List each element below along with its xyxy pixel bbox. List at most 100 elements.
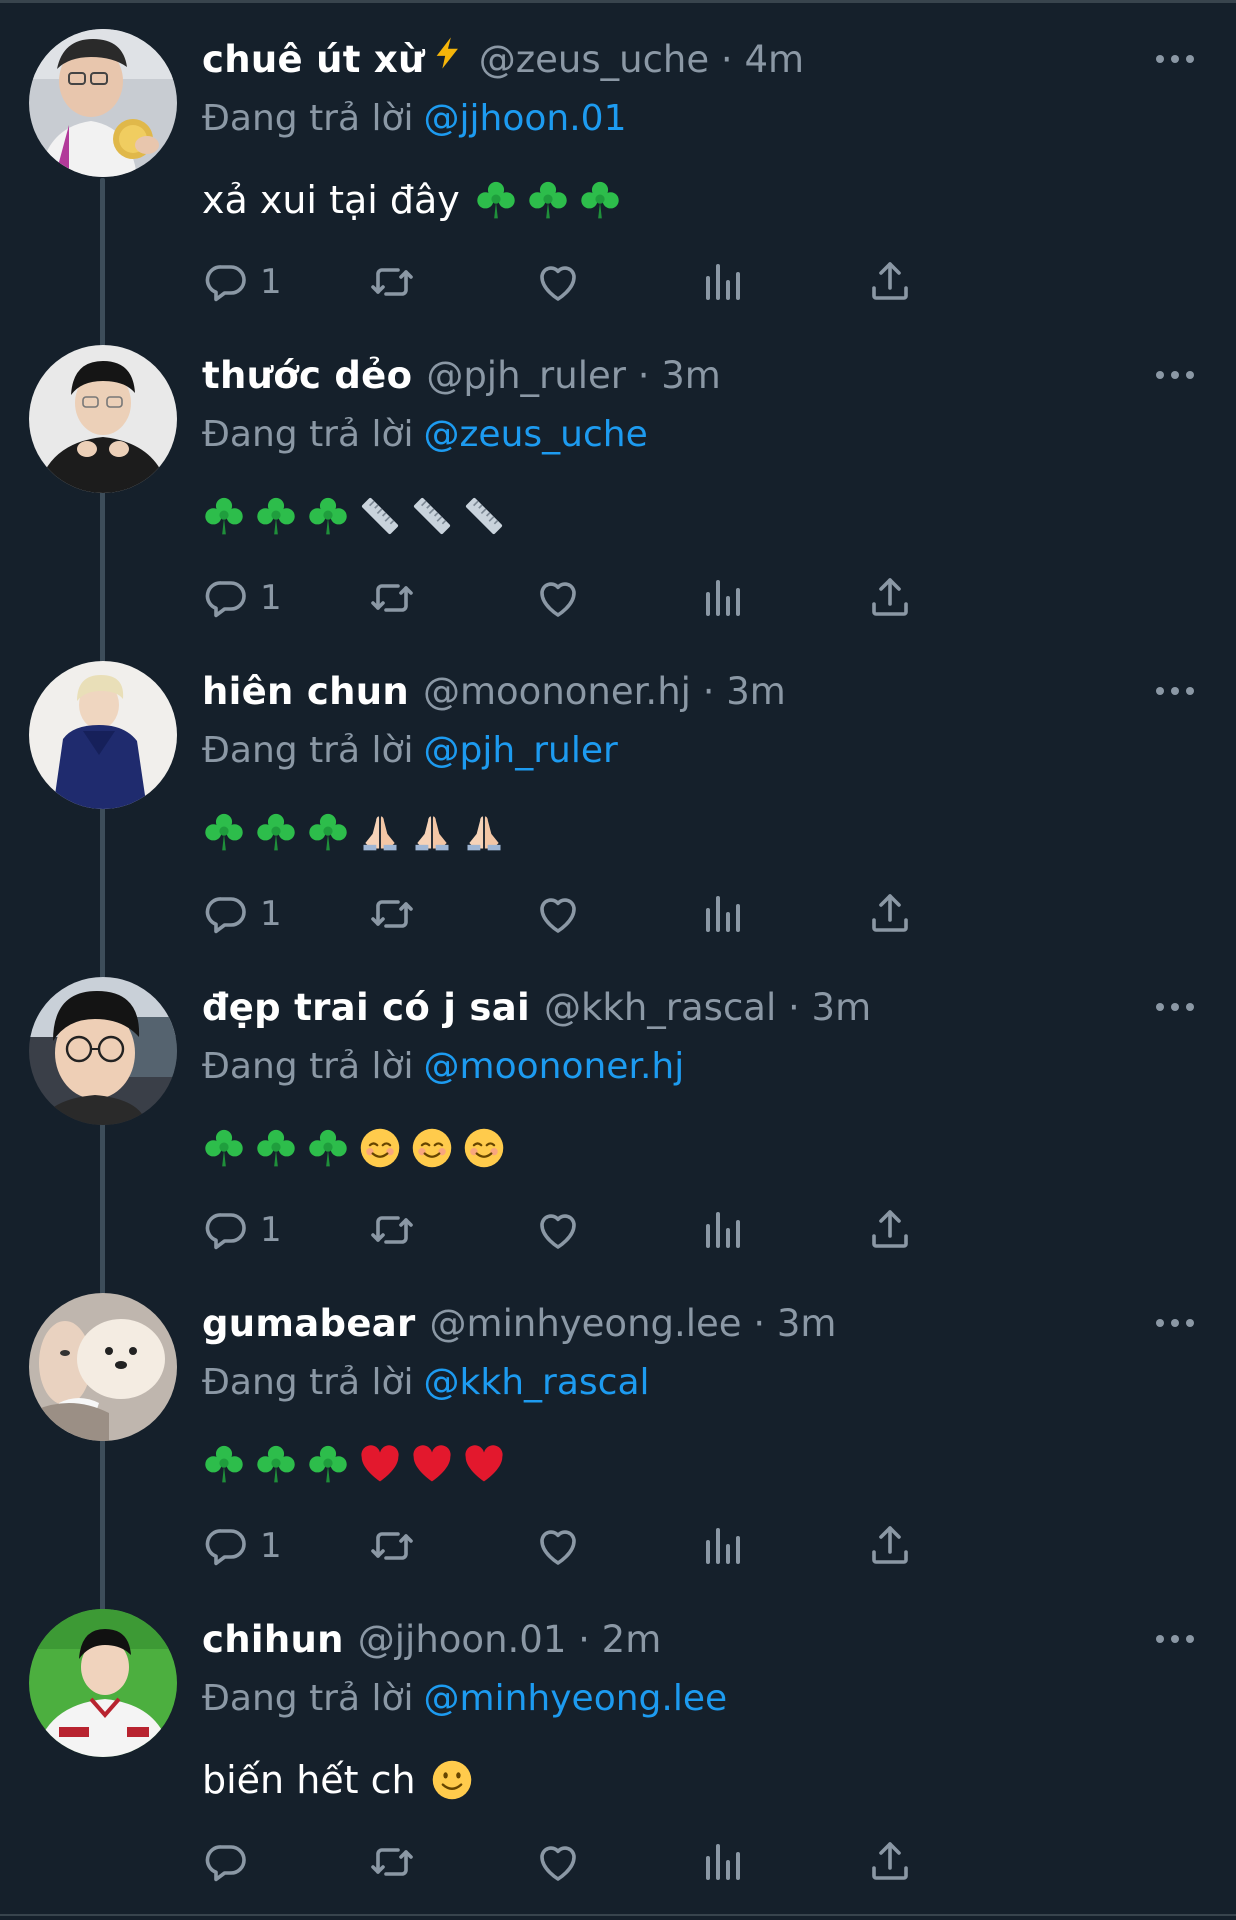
views-button[interactable]: [700, 256, 748, 308]
username-handle[interactable]: @jjhoon.01: [358, 1618, 567, 1661]
username-handle[interactable]: @zeus_uche: [479, 38, 709, 81]
share-button[interactable]: [866, 888, 914, 940]
more-dot: [1171, 55, 1179, 63]
tweet[interactable]: đẹp trai có j sai @kkh_rascal · 3m Đang t…: [0, 948, 1236, 1264]
views-button[interactable]: [700, 1204, 748, 1256]
share-button[interactable]: [866, 1204, 914, 1256]
display-name[interactable]: chuê út xừ: [202, 38, 425, 81]
more-options-button[interactable]: [1150, 1624, 1200, 1654]
replying-to: Đang trả lời @zeus_uche: [202, 410, 648, 460]
more-dot: [1171, 1003, 1179, 1011]
like-button[interactable]: [534, 1520, 582, 1572]
reply-button[interactable]: 1: [202, 1204, 282, 1256]
avatar[interactable]: [29, 29, 177, 177]
reply-count: 1: [260, 262, 282, 302]
reply-button[interactable]: 1: [202, 572, 282, 624]
timestamp[interactable]: 3m: [777, 1302, 837, 1345]
reply-button[interactable]: 1: [202, 888, 282, 940]
share-button[interactable]: [866, 572, 914, 624]
avatar[interactable]: [29, 977, 177, 1125]
mention-link[interactable]: @pjh_ruler: [424, 730, 618, 771]
like-button[interactable]: [534, 1836, 582, 1888]
tweet-header: chihun @jjhoon.01 · 2m: [202, 1614, 1102, 1666]
tweet[interactable]: gumabear @minhyeong.lee · 3m Đang trả lời…: [0, 1264, 1236, 1580]
more-options-button[interactable]: [1150, 676, 1200, 706]
share-button[interactable]: [866, 1836, 914, 1888]
display-name[interactable]: hiên chun: [202, 670, 409, 713]
display-name[interactable]: đẹp trai có j sai: [202, 986, 530, 1029]
username-handle[interactable]: @kkh_rascal: [544, 986, 776, 1029]
folded-hands-emoji: [358, 810, 402, 854]
views-button[interactable]: [700, 1836, 748, 1888]
ruler-emoji: [462, 494, 506, 538]
username-handle[interactable]: @moononer.hj: [423, 670, 691, 713]
tweet[interactable]: hiên chun @moononer.hj · 3m Đang trả lời @…: [0, 632, 1236, 948]
mention-link[interactable]: @kkh_rascal: [424, 1362, 650, 1403]
share-button[interactable]: [866, 1520, 914, 1572]
replying-to: Đang trả lời @moononer.hj: [202, 1042, 684, 1092]
tweet-text: [202, 486, 514, 546]
retweet-button[interactable]: [368, 1520, 416, 1572]
shamrock-emoji: [526, 178, 570, 222]
reply-button[interactable]: 1: [202, 256, 282, 308]
avatar[interactable]: [29, 661, 177, 809]
reply-count: 1: [260, 1526, 282, 1566]
views-button[interactable]: [700, 888, 748, 940]
display-name[interactable]: chihun: [202, 1618, 344, 1661]
tweet-text-body: xả xui tại đây: [202, 178, 460, 222]
shamrock-emoji: [254, 1126, 298, 1170]
like-button[interactable]: [534, 888, 582, 940]
display-name[interactable]: thước dẻo: [202, 354, 412, 397]
timestamp[interactable]: 3m: [661, 354, 721, 397]
reply-icon: [202, 1838, 250, 1886]
retweet-button[interactable]: [368, 256, 416, 308]
more-options-button[interactable]: [1150, 360, 1200, 390]
like-button[interactable]: [534, 1204, 582, 1256]
timestamp[interactable]: 3m: [726, 670, 786, 713]
smiling-face-emoji: [410, 1126, 454, 1170]
mention-link[interactable]: @jjhoon.01: [424, 98, 627, 139]
reply-button[interactable]: 1: [202, 1520, 282, 1572]
username-handle[interactable]: @pjh_ruler: [426, 354, 626, 397]
more-options-button[interactable]: [1150, 1308, 1200, 1338]
username-handle[interactable]: @minhyeong.lee: [430, 1302, 742, 1345]
more-dot: [1156, 371, 1164, 379]
timestamp[interactable]: 2m: [602, 1618, 662, 1661]
avatar[interactable]: [29, 1293, 177, 1441]
avatar[interactable]: [29, 345, 177, 493]
shamrock-emoji: [202, 1442, 246, 1486]
retweet-icon: [368, 1206, 416, 1254]
tweet[interactable]: chihun @jjhoon.01 · 2m Đang trả lời @minhy…: [0, 1580, 1236, 1896]
reply-icon: [202, 890, 250, 938]
reply-button[interactable]: [202, 1836, 260, 1888]
more-options-button[interactable]: [1150, 992, 1200, 1022]
avatar[interactable]: [29, 1609, 177, 1757]
heart-icon: [534, 1522, 582, 1570]
retweet-button[interactable]: [368, 888, 416, 940]
mention-link[interactable]: @minhyeong.lee: [424, 1678, 728, 1719]
display-name[interactable]: gumabear: [202, 1302, 416, 1345]
share-button[interactable]: [866, 256, 914, 308]
tweet-text-body: biến hết ch: [202, 1758, 416, 1802]
timestamp[interactable]: 4m: [744, 38, 804, 81]
shamrock-emoji: [306, 1442, 350, 1486]
views-chart-icon: [700, 1838, 748, 1886]
like-button[interactable]: [534, 572, 582, 624]
replying-to-label: Đang trả lời: [202, 1678, 414, 1719]
retweet-button[interactable]: [368, 1836, 416, 1888]
shamrock-emoji: [306, 810, 350, 854]
like-button[interactable]: [534, 256, 582, 308]
views-button[interactable]: [700, 572, 748, 624]
reply-count: 1: [260, 1210, 282, 1250]
retweet-button[interactable]: [368, 1204, 416, 1256]
tweet[interactable]: chuê út xừ @zeus_uche · 4m Đang trả lời @j…: [0, 0, 1236, 316]
mention-link[interactable]: @zeus_uche: [424, 414, 648, 455]
timestamp[interactable]: 3m: [812, 986, 872, 1029]
separator-dot: ·: [741, 1302, 777, 1345]
replying-to-label: Đang trả lời: [202, 730, 414, 771]
retweet-button[interactable]: [368, 572, 416, 624]
tweet[interactable]: thước dẻo @pjh_ruler · 3m Đang trả lời @ze…: [0, 316, 1236, 632]
mention-link[interactable]: @moononer.hj: [424, 1046, 685, 1087]
more-options-button[interactable]: [1150, 44, 1200, 74]
views-button[interactable]: [700, 1520, 748, 1572]
